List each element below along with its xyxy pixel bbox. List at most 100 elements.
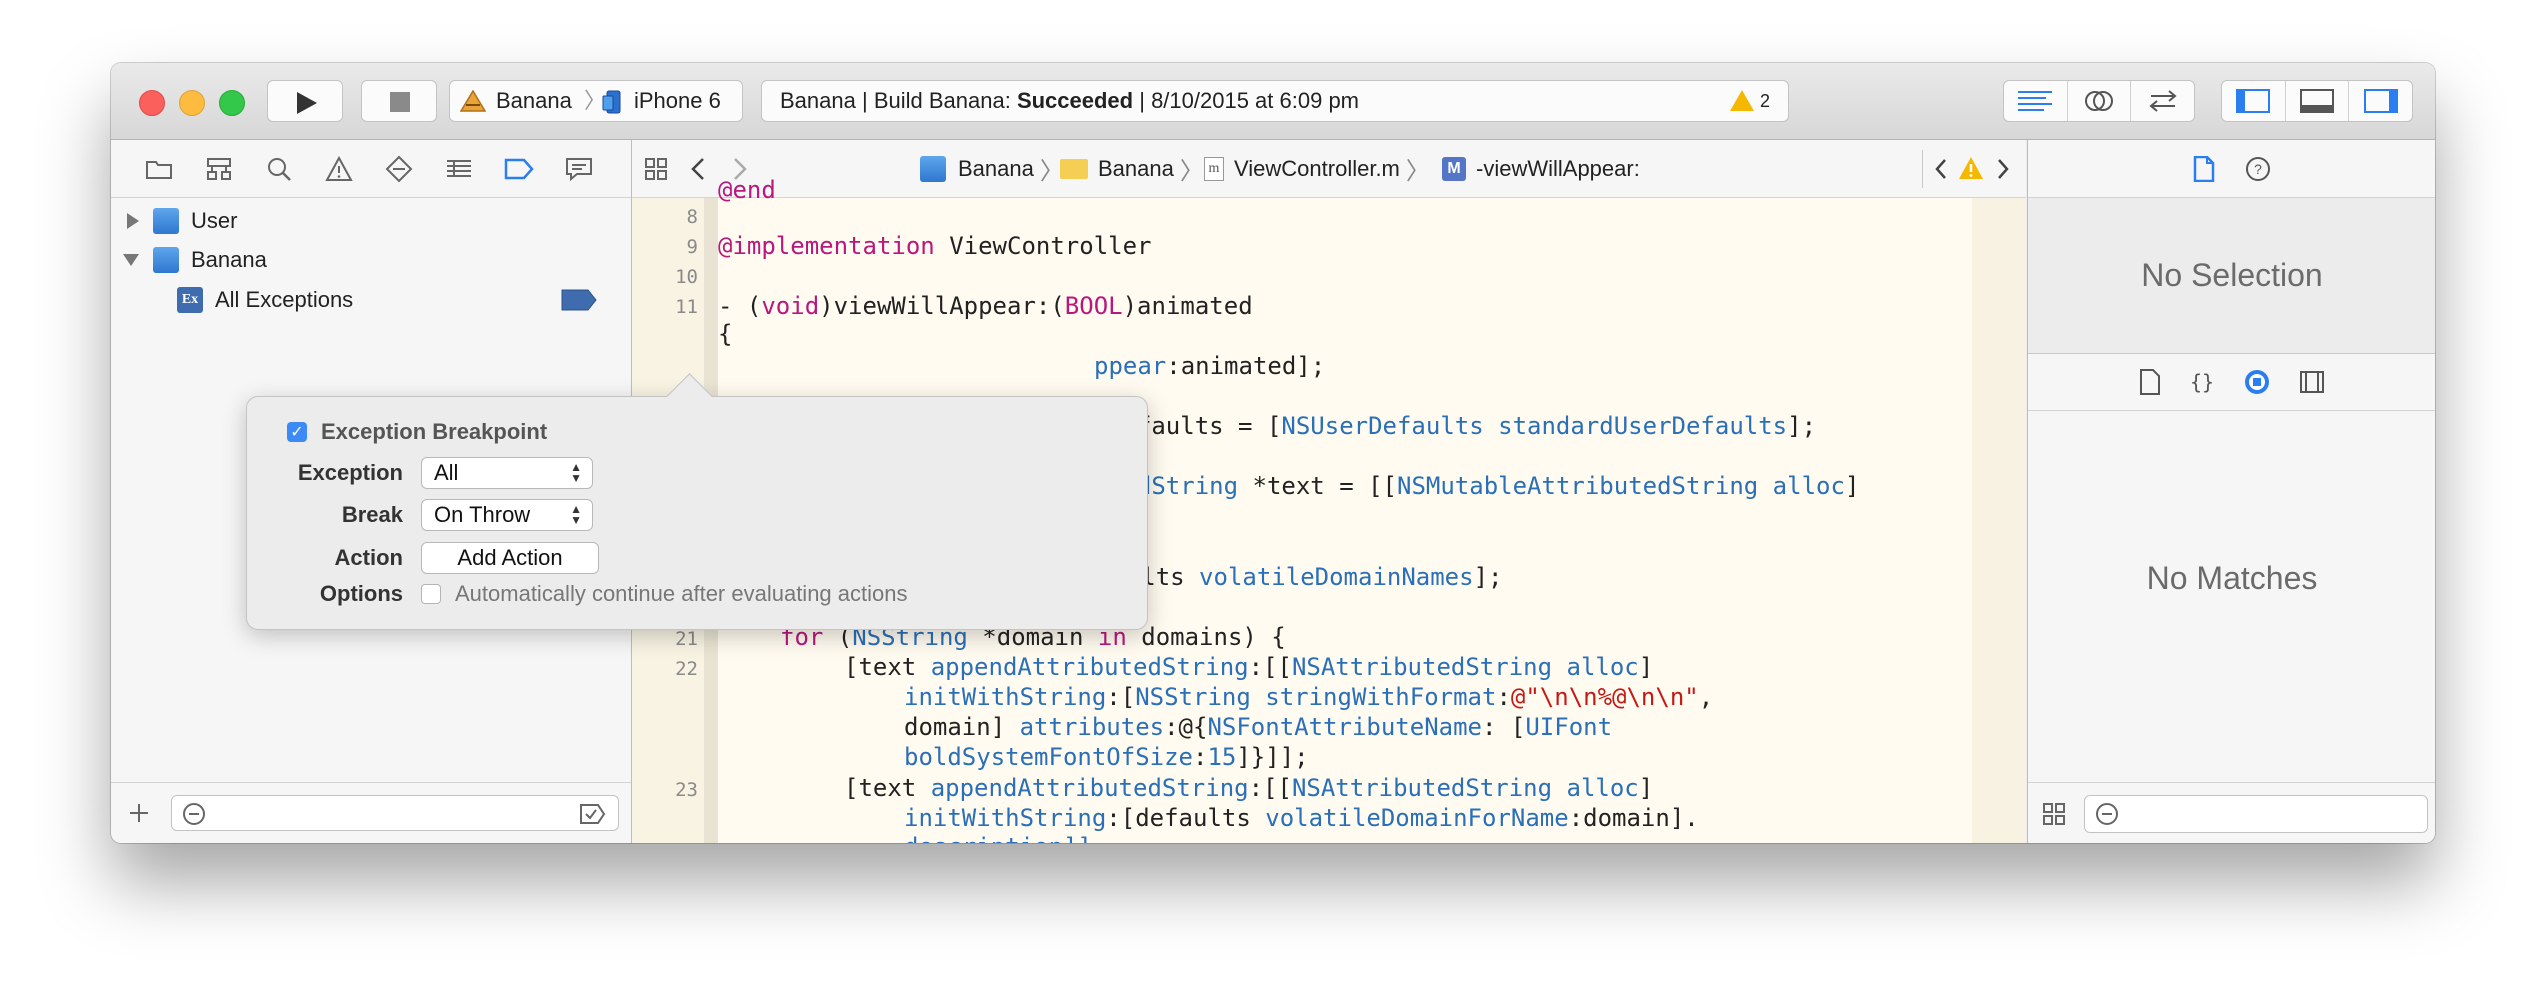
warning-icon[interactable] xyxy=(1958,156,1984,180)
code-token: @"\n\n%@\n\n" xyxy=(1510,683,1699,711)
popover-title: Exception Breakpoint xyxy=(321,419,548,444)
tree-label-banana: Banana xyxy=(191,247,267,272)
code-line[interactable]: description]] xyxy=(904,833,1092,843)
no-matches-label: No Matches xyxy=(2146,560,2318,596)
code-line[interactable]: [text appendAttributedString:[[NSAttribu… xyxy=(844,774,1653,802)
project-icon xyxy=(153,247,179,273)
disclosure-open-icon[interactable] xyxy=(123,254,139,266)
add-icon[interactable] xyxy=(127,801,151,825)
code-token: alloc xyxy=(1552,774,1639,802)
toggle-debug-area-button[interactable] xyxy=(2286,81,2350,121)
jumpbar-crumb-project[interactable]: Banana 〉 xyxy=(920,140,1064,197)
code-token: NSFontAttributeName xyxy=(1207,713,1482,741)
related-items-icon[interactable] xyxy=(644,157,668,181)
tab-find-navigator[interactable] xyxy=(249,140,309,197)
breakpoint-marker-icon[interactable] xyxy=(561,289,597,311)
code-line[interactable]: defaults = [NSUserDefaults standardUserD… xyxy=(1108,412,1816,440)
tree-row-user[interactable]: User xyxy=(127,202,237,240)
code-line[interactable]: { xyxy=(718,320,732,348)
status-build-result: Succeeded xyxy=(1016,88,1134,113)
code-line[interactable]: initWithString:[defaults volatileDomainF… xyxy=(904,804,1699,832)
code-line[interactable]: @end xyxy=(718,176,776,204)
tab-debug-navigator[interactable] xyxy=(429,140,489,197)
minimize-window-button[interactable] xyxy=(179,90,205,116)
code-token: , xyxy=(1698,683,1714,711)
code-token: ]}]]; xyxy=(1236,743,1309,771)
breakpoint-filter-icon[interactable] xyxy=(580,804,606,824)
code-token: :domain]. xyxy=(1568,804,1699,832)
quick-help-icon[interactable]: ? xyxy=(2245,156,2271,182)
version-editor-button[interactable] xyxy=(2131,81,2194,121)
code-token: :[[ xyxy=(1248,774,1292,802)
toggle-navigator-button[interactable] xyxy=(2222,81,2286,121)
code-token: { xyxy=(718,320,733,348)
toggle-utilities-button[interactable] xyxy=(2349,81,2412,121)
status-project: Banana xyxy=(780,88,856,113)
code-line[interactable]: initWithString:[NSString stringWithForma… xyxy=(904,683,1713,711)
tree-row-banana[interactable]: Banana xyxy=(123,241,267,279)
line-number: 10 xyxy=(675,266,698,288)
code-line[interactable]: @implementation ViewController xyxy=(718,232,1152,260)
tab-issue-navigator[interactable] xyxy=(309,140,369,197)
file-inspector-icon[interactable] xyxy=(2193,155,2215,182)
assistant-editor-button[interactable] xyxy=(2068,81,2132,121)
code-token: : [ xyxy=(1482,713,1526,741)
navigator-filter-input[interactable] xyxy=(171,795,619,831)
library-filter-input[interactable] xyxy=(2084,795,2428,833)
code-line[interactable]: boldSystemFontOfSize:15]}]]; xyxy=(904,743,1309,771)
code-line[interactable]: ppear:animated]; xyxy=(1094,352,1325,380)
code-token: ]; xyxy=(1787,412,1817,440)
jumpbar-crumb-file[interactable]: m ViewController.m 〉 xyxy=(1204,140,1430,197)
warning-indicator[interactable]: 2 xyxy=(1729,81,1770,121)
break-popup[interactable]: On Throw ▲ ▼ xyxy=(421,499,593,531)
tab-symbol-navigator[interactable] xyxy=(189,140,249,197)
code-line[interactable]: [text appendAttributedString:[[NSAttribu… xyxy=(844,653,1653,681)
zoom-window-button[interactable] xyxy=(219,90,245,116)
next-issue-icon[interactable] xyxy=(1996,158,2010,180)
file-template-icon[interactable] xyxy=(2139,369,2161,395)
tab-project-navigator[interactable] xyxy=(129,140,189,197)
jumpbar-crumb-group-label: Banana xyxy=(1098,155,1174,181)
tab-test-navigator[interactable] xyxy=(369,140,429,197)
enable-breakpoint-checkbox[interactable]: ✓ xyxy=(287,422,307,442)
run-button[interactable] xyxy=(267,80,343,122)
disclosure-closed-icon[interactable] xyxy=(127,213,139,229)
exception-popup[interactable]: All ▲ ▼ xyxy=(421,457,593,489)
standard-editor-button[interactable] xyxy=(2004,81,2068,121)
scheme-selector[interactable]: Banana 〉 iPhone 6 xyxy=(449,80,743,122)
tree-row-all-exceptions[interactable]: Ex All Exceptions xyxy=(177,281,353,319)
chevron-right-icon: 〉 xyxy=(1405,158,1430,185)
code-token: NSUserDefaults xyxy=(1281,412,1484,440)
code-line[interactable]: domain] attributes:@{NSFontAttributeName… xyxy=(904,713,1612,741)
code-token: )animated xyxy=(1122,292,1253,320)
code-token: appendAttributedString xyxy=(930,774,1249,802)
code-line[interactable]: - (void)viewWillAppear:(BOOL)animated xyxy=(718,292,1253,320)
tab-breakpoint-navigator[interactable] xyxy=(489,140,549,197)
tab-report-navigator[interactable] xyxy=(549,140,609,197)
close-window-button[interactable] xyxy=(139,90,165,116)
object-library-icon[interactable] xyxy=(2243,368,2271,396)
add-action-button[interactable]: Add Action xyxy=(421,542,599,574)
line-number: 8 xyxy=(686,206,698,228)
exception-value: All xyxy=(434,460,459,485)
status-build-prefix: Build Banana: xyxy=(873,88,1011,113)
inspector-content: No Selection xyxy=(2028,198,2435,354)
jumpbar-crumb-method[interactable]: M -viewWillAppear: xyxy=(1442,140,1640,197)
code-token: ViewController xyxy=(934,232,1152,260)
jumpbar-crumb-group[interactable]: Banana 〉 xyxy=(1060,140,1204,197)
tree-label-user: User xyxy=(191,208,238,233)
auto-continue-checkbox[interactable] xyxy=(421,584,441,604)
library-tabs: {} xyxy=(2028,354,2435,411)
code-token: :[defaults xyxy=(1106,804,1266,832)
right-panel-icon xyxy=(2363,89,2398,113)
media-library-icon[interactable] xyxy=(2299,370,2325,394)
back-arrow-icon[interactable] xyxy=(690,157,706,181)
previous-issue-icon[interactable] xyxy=(1934,158,1948,180)
grid-view-icon[interactable] xyxy=(2042,802,2066,826)
chevron-right-icon: 〉 xyxy=(1179,158,1204,185)
stop-button[interactable] xyxy=(361,80,437,122)
code-line[interactable]: tedString *text = [[NSMutableAttributedS… xyxy=(1108,472,1859,500)
code-token: : xyxy=(1496,683,1511,711)
code-token: :animated]; xyxy=(1166,352,1326,380)
code-snippet-icon[interactable]: {} xyxy=(2189,369,2215,395)
